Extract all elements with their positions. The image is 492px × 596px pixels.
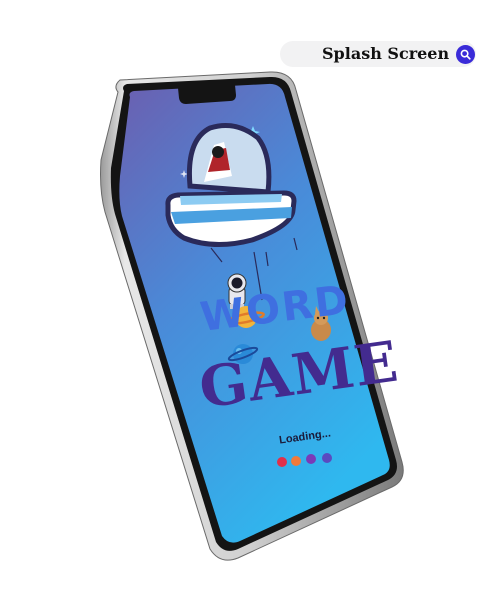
phone-notch — [178, 85, 236, 104]
loading-dot-violet — [322, 453, 332, 463]
ufo-dome-icon — [186, 123, 272, 195]
loading-dot-orange — [291, 456, 301, 466]
loading-dot-red — [277, 457, 287, 467]
loading-dot-purple — [306, 454, 316, 464]
